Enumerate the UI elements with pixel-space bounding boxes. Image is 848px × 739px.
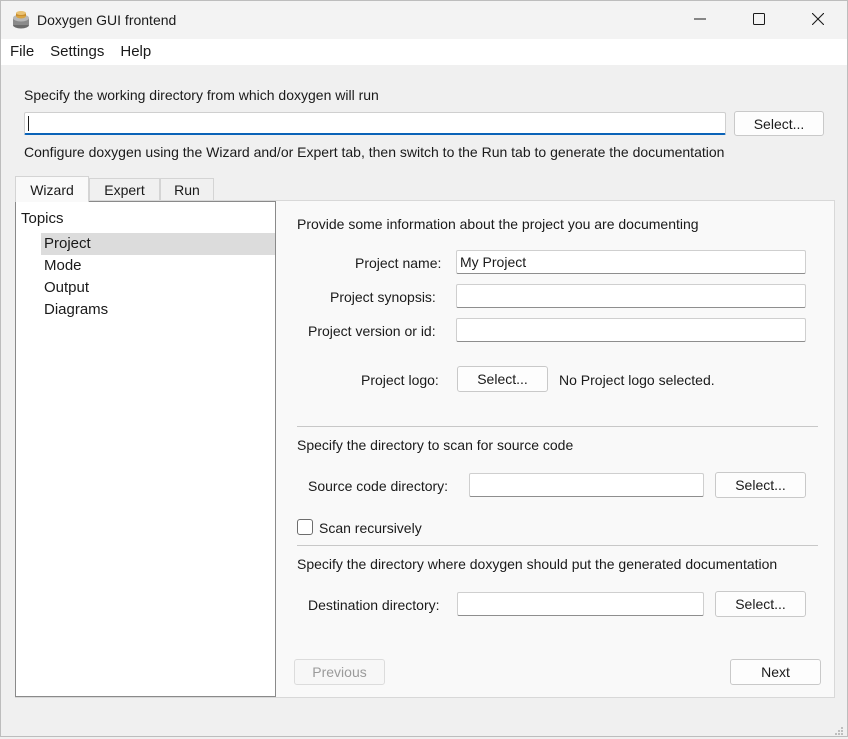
menu-help[interactable]: Help <box>112 39 159 65</box>
tab-expert[interactable]: Expert <box>89 178 160 201</box>
destination-intro: Specify the directory where doxygen shou… <box>297 556 778 572</box>
project-logo-select-button[interactable]: Select... <box>457 366 548 392</box>
tree-root-topics[interactable]: Topics <box>21 210 64 227</box>
destination-dir-select-button[interactable]: Select... <box>715 591 806 617</box>
source-dir-input[interactable] <box>469 473 704 497</box>
project-version-input[interactable] <box>456 318 806 342</box>
topics-tree[interactable]: Topics Project Mode Output Diagrams <box>15 201 276 697</box>
resize-grip-icon[interactable] <box>834 723 844 735</box>
tab-wizard[interactable]: Wizard <box>15 176 89 202</box>
window-title: Doxygen GUI frontend <box>37 12 177 28</box>
project-logo-label: Project logo: <box>361 372 439 388</box>
project-synopsis-input[interactable] <box>456 284 806 308</box>
tree-item-mode[interactable]: Mode <box>41 255 275 277</box>
scan-recursively-checkbox[interactable] <box>297 519 313 535</box>
main-window: Doxygen GUI frontend File Settings Help … <box>0 0 848 737</box>
workdir-hint: Configure doxygen using the Wizard and/o… <box>24 144 725 160</box>
workdir-select-button[interactable]: Select... <box>734 111 824 136</box>
minimize-icon <box>694 12 706 28</box>
project-intro: Provide some information about the proje… <box>297 216 699 232</box>
tab-run[interactable]: Run <box>160 178 214 201</box>
close-icon <box>811 12 825 28</box>
previous-button[interactable]: Previous <box>294 659 385 685</box>
next-button[interactable]: Next <box>730 659 821 685</box>
text-caret <box>28 115 29 131</box>
project-synopsis-label: Project synopsis: <box>330 289 436 305</box>
close-button[interactable] <box>789 1 847 39</box>
workdir-prompt: Specify the working directory from which… <box>24 87 379 103</box>
project-name-input[interactable]: My Project <box>456 250 806 274</box>
divider <box>297 426 818 427</box>
source-intro: Specify the directory to scan for source… <box>297 437 574 453</box>
maximize-icon <box>753 12 765 28</box>
destination-dir-label: Destination directory: <box>308 597 440 613</box>
menu-settings[interactable]: Settings <box>42 39 112 65</box>
minimize-button[interactable] <box>671 1 729 39</box>
menu-bar: File Settings Help <box>1 39 847 65</box>
menu-file[interactable]: File <box>1 39 42 65</box>
project-logo-status: No Project logo selected. <box>559 372 715 388</box>
doxygen-app-icon <box>11 10 31 30</box>
workdir-input[interactable] <box>24 112 726 135</box>
title-bar[interactable]: Doxygen GUI frontend <box>1 1 847 39</box>
source-dir-label: Source code directory: <box>308 478 449 494</box>
project-version-label: Project version or id: <box>308 323 436 339</box>
project-name-label: Project name: <box>355 255 442 271</box>
maximize-button[interactable] <box>730 1 788 39</box>
destination-dir-input[interactable] <box>457 592 704 616</box>
tree-item-diagrams[interactable]: Diagrams <box>41 299 275 321</box>
source-dir-select-button[interactable]: Select... <box>715 472 806 498</box>
tree-item-project[interactable]: Project <box>41 233 275 255</box>
scan-recursively-label[interactable]: Scan recursively <box>319 520 422 536</box>
divider <box>297 545 818 546</box>
tree-item-output[interactable]: Output <box>41 277 275 299</box>
